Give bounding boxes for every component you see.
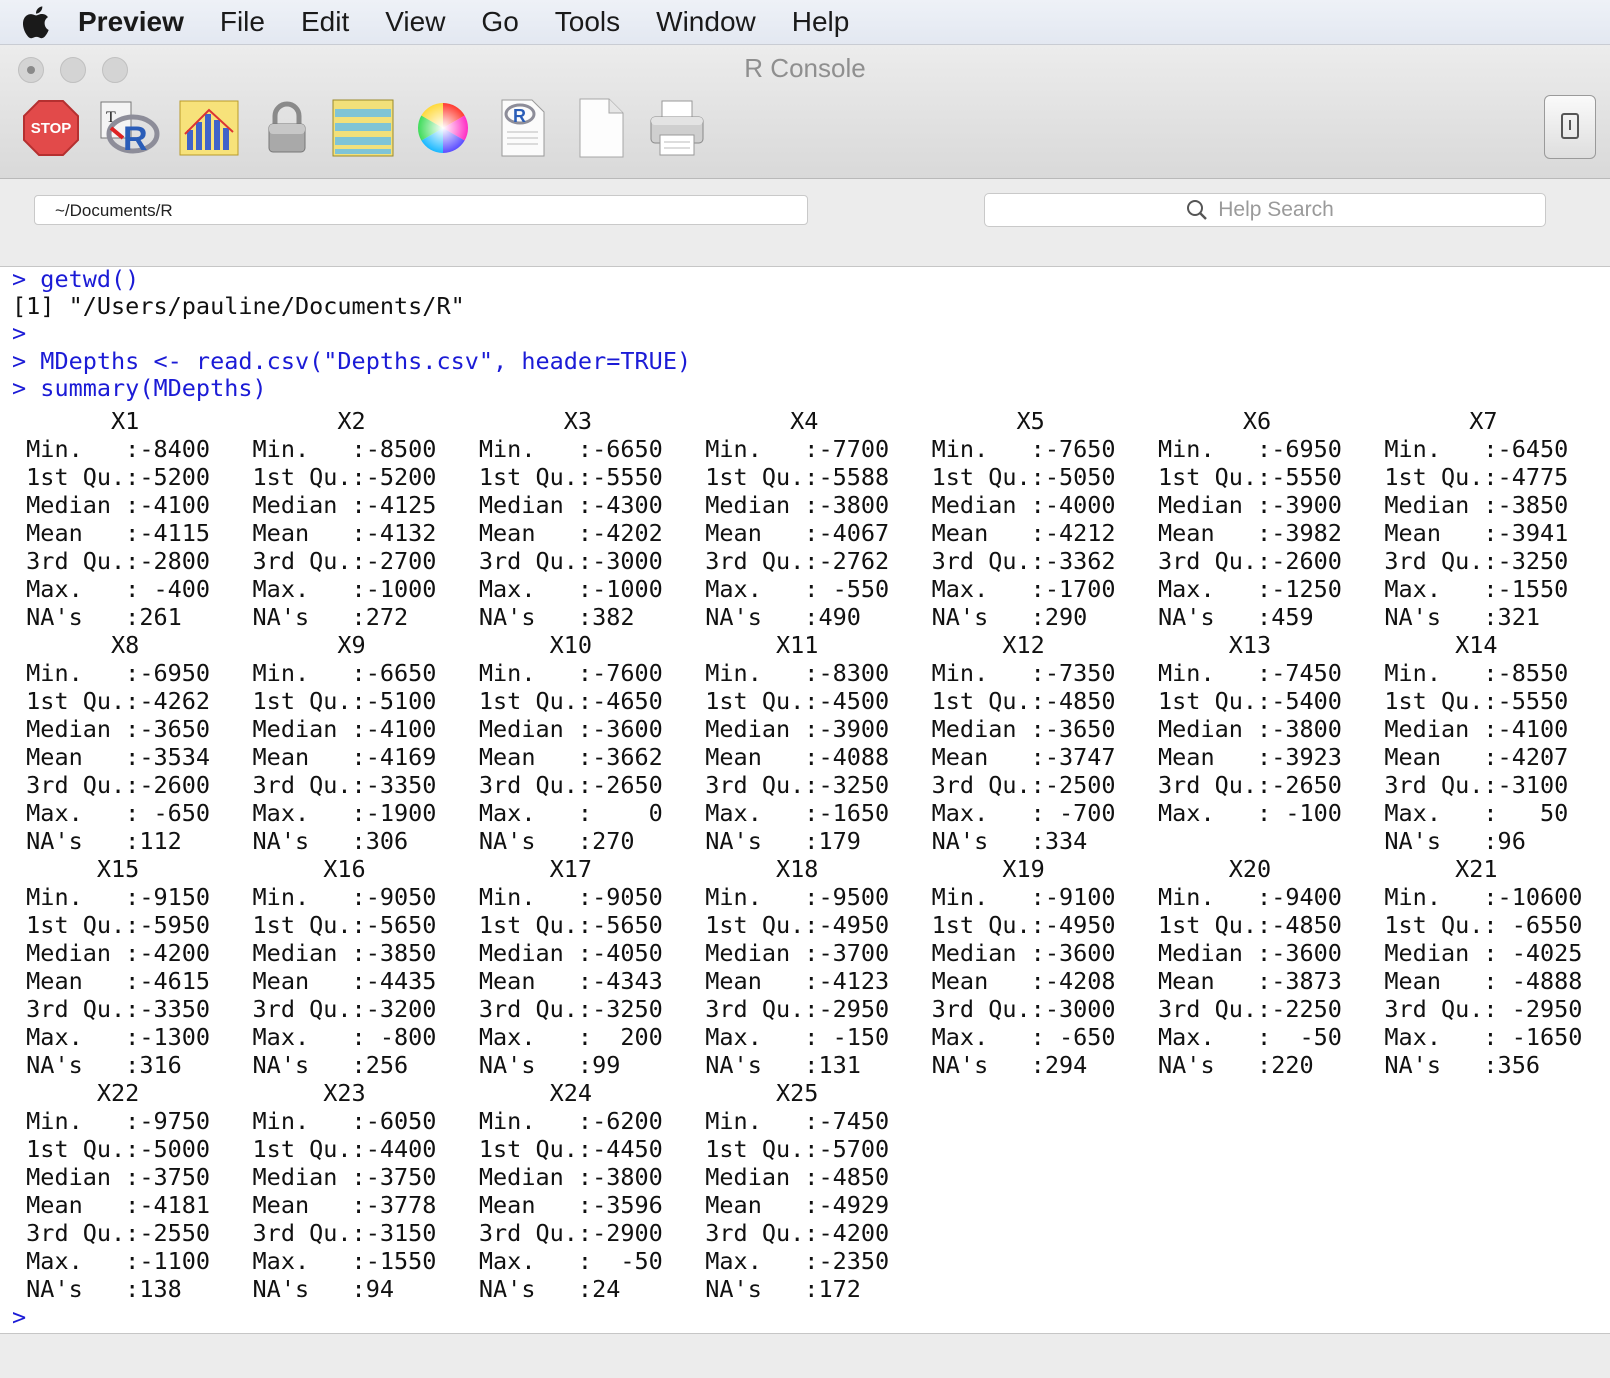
summary-row: Max. : -650 Max. :-1900 Max. : 0 Max. :-…	[12, 799, 1569, 827]
summary-row: X1 X2 X3 X4 X5 X6 X7	[12, 407, 1498, 435]
summary-row: 3rd Qu.:-2800 3rd Qu.:-2700 3rd Qu.:-300…	[12, 547, 1569, 575]
summary-row: 1st Qu.:-5950 1st Qu.:-5650 1st Qu.:-565…	[12, 911, 1583, 939]
summary-row: Min. :-8400 Min. :-8500 Min. :-6650 Min.…	[12, 435, 1569, 463]
console-line-output: [1] "/Users/pauline/Documents/R"	[12, 292, 465, 320]
summary-row: Min. :-6950 Min. :-6650 Min. :-7600 Min.…	[12, 659, 1569, 687]
apple-menu-icon[interactable]	[0, 0, 70, 44]
summary-row: 1st Qu.:-4262 1st Qu.:-5100 1st Qu.:-465…	[12, 687, 1569, 715]
summary-row: Max. :-1300 Max. : -800 Max. : 200 Max. …	[12, 1023, 1583, 1051]
working-directory-field[interactable]: ~/Documents/R	[34, 195, 808, 225]
summary-row: X15 X16 X17 X18 X19 X20 X21	[12, 855, 1498, 883]
toolbar-toggle-icon	[1561, 113, 1579, 139]
summary-row: NA's :316 NA's :256 NA's :99 NA's :131 N…	[12, 1051, 1541, 1079]
path-search-bar: ~/Documents/R Help Search	[0, 179, 1610, 267]
summary-row: Max. : -400 Max. :-1000 Max. :-1000 Max.…	[12, 575, 1569, 603]
summary-row: NA's :138 NA's :94 NA's :24 NA's :172	[12, 1275, 861, 1303]
svg-text:STOP: STOP	[31, 120, 72, 137]
summary-row: 3rd Qu.:-3350 3rd Qu.:-3200 3rd Qu.:-325…	[12, 995, 1583, 1023]
summary-row: 3rd Qu.:-2550 3rd Qu.:-3150 3rd Qu.:-290…	[12, 1219, 890, 1247]
data-editor-icon[interactable]	[330, 93, 396, 163]
summary-row: Mean :-4115 Mean :-4132 Mean :-4202 Mean…	[12, 519, 1569, 547]
summary-row: NA's :261 NA's :272 NA's :382 NA's :490 …	[12, 603, 1541, 631]
console-line-prompt: >	[12, 319, 27, 347]
svg-text:R: R	[123, 120, 148, 158]
summary-row: 1st Qu.:-5000 1st Qu.:-4400 1st Qu.:-445…	[12, 1135, 890, 1163]
summary-row: X8 X9 X10 X11 X12 X13 X14	[12, 631, 1498, 659]
summary-row: Mean :-4615 Mean :-4435 Mean :-4343 Mean…	[12, 967, 1583, 995]
summary-output-table: X1 X2 X3 X4 X5 X6 X7 Min. :-8400 Min. :-…	[12, 407, 1582, 1331]
menu-bar: Preview File Edit View Go Tools Window H…	[0, 0, 1610, 45]
help-search-placeholder: Help Search	[1218, 198, 1334, 221]
summary-row: 3rd Qu.:-2600 3rd Qu.:-3350 3rd Qu.:-265…	[12, 771, 1569, 799]
summary-row: Median :-3650 Median :-4100 Median :-360…	[12, 715, 1569, 743]
menu-go[interactable]: Go	[463, 0, 536, 44]
toolbar: STOP T R R	[0, 93, 1610, 173]
toolbar-toggle-button[interactable]	[1544, 95, 1596, 159]
source-script-icon[interactable]: T R	[96, 93, 162, 163]
quartz-plot-icon[interactable]	[176, 93, 242, 163]
summary-row: Max. :-1100 Max. :-1550 Max. : -50 Max. …	[12, 1247, 890, 1275]
lock-icon[interactable]	[254, 93, 320, 163]
stop-icon[interactable]: STOP	[18, 93, 84, 163]
new-document-icon[interactable]	[568, 93, 634, 163]
color-wheel-icon[interactable]	[410, 93, 476, 163]
menu-view[interactable]: View	[367, 0, 463, 44]
console-line-summary: > summary(MDepths)	[12, 374, 267, 402]
console-line-getwd: > getwd()	[12, 267, 140, 293]
search-icon	[1187, 200, 1208, 220]
summary-row: Median :-4100 Median :-4125 Median :-430…	[12, 491, 1569, 519]
print-icon[interactable]	[644, 93, 710, 163]
summary-row: 1st Qu.:-5200 1st Qu.:-5200 1st Qu.:-555…	[12, 463, 1569, 491]
r-document-icon[interactable]: R	[490, 93, 556, 163]
menu-help[interactable]: Help	[774, 0, 868, 44]
summary-row: Mean :-3534 Mean :-4169 Mean :-3662 Mean…	[12, 743, 1569, 771]
help-search-field[interactable]: Help Search	[984, 193, 1546, 227]
summary-row: Median :-3750 Median :-3750 Median :-380…	[12, 1163, 890, 1191]
menu-app-preview[interactable]: Preview	[70, 0, 202, 44]
status-bar	[0, 1333, 1610, 1378]
menu-window[interactable]: Window	[638, 0, 774, 44]
summary-row: NA's :112 NA's :306 NA's :270 NA's :179 …	[12, 827, 1526, 855]
menu-edit[interactable]: Edit	[283, 0, 367, 44]
svg-text:R: R	[513, 106, 526, 126]
title-bar: R Console STOP T R R	[0, 45, 1610, 179]
summary-row: Median :-4200 Median :-3850 Median :-405…	[12, 939, 1583, 967]
menu-tools[interactable]: Tools	[537, 0, 638, 44]
r-console-window: R Console STOP T R R ~/Documents/R Help …	[0, 45, 1610, 1378]
summary-row: Mean :-4181 Mean :-3778 Mean :-3596 Mean…	[12, 1191, 890, 1219]
menu-file[interactable]: File	[202, 0, 283, 44]
console-input-prompt[interactable]: >	[12, 1303, 1582, 1331]
console-output[interactable]: > getwd() [1] "/Users/pauline/Documents/…	[0, 267, 1610, 1337]
window-title: R Console	[744, 53, 866, 83]
console-line-read-csv: > MDepths <- read.csv("Depths.csv", head…	[12, 347, 692, 375]
summary-row: Min. :-9150 Min. :-9050 Min. :-9050 Min.…	[12, 883, 1583, 911]
summary-row: Min. :-9750 Min. :-6050 Min. :-6200 Min.…	[12, 1107, 890, 1135]
summary-row: X22 X23 X24 X25	[12, 1079, 819, 1107]
